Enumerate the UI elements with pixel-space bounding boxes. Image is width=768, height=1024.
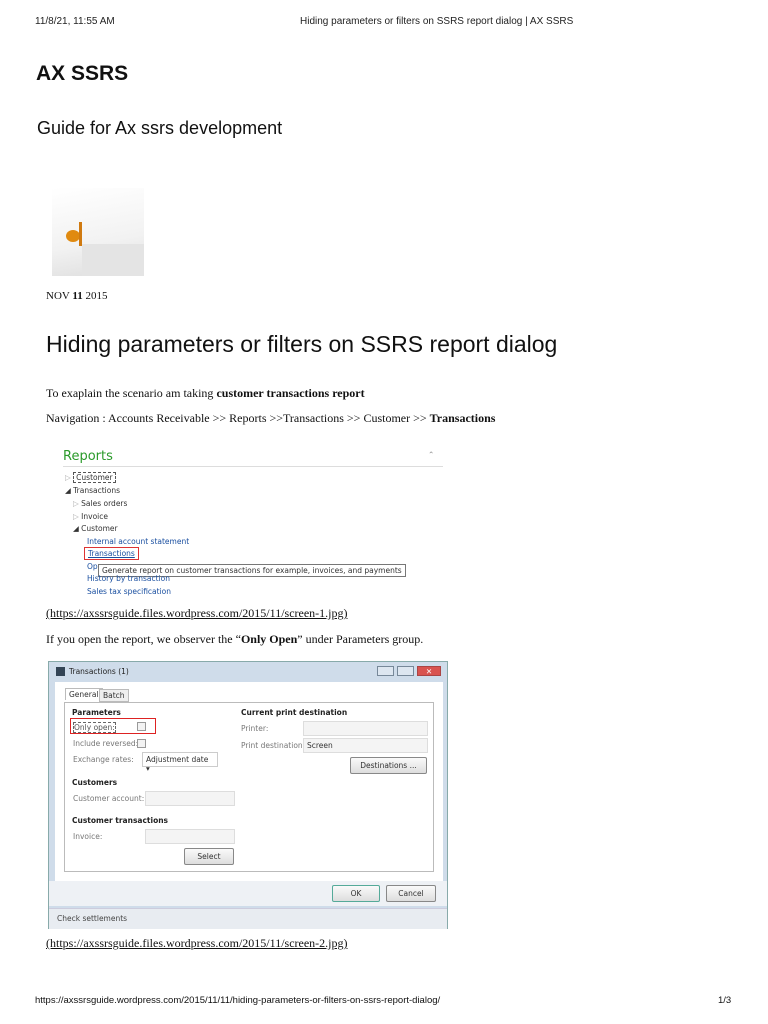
printer-label: Printer: [241,724,269,733]
collapse-icon: ⌃ [428,450,435,459]
navigation-paragraph: Navigation : Accounts Receivable >> Repo… [46,411,496,425]
invoice-field[interactable] [145,829,235,844]
reports-heading: Reports [63,449,113,464]
status-bar-text: Check settlements [57,914,128,923]
only-open-checkbox[interactable] [137,722,146,731]
include-reversed-checkbox[interactable] [137,739,146,748]
screenshot-reports-menu: Reports ⌃ ▷ Customer ◢ Transactions ▷ Sa… [47,444,447,596]
customer-account-field[interactable] [145,791,235,806]
cancel-button[interactable]: Cancel [386,885,436,902]
link-sales-tax-specification[interactable]: Sales tax specification [87,587,171,596]
exchange-rates-select[interactable]: Adjustment date ▾ [142,752,218,773]
tab-general[interactable]: General [65,688,103,700]
page-number: 1/3 [718,995,732,1006]
tab-batch[interactable]: Batch [99,689,129,702]
only-open-paragraph: If you open the report, we observer the … [46,632,424,646]
select-button[interactable]: Select [184,848,234,865]
invoice-label: Invoice: [73,832,103,841]
include-reversed-label: Include reversed: [73,739,139,748]
maximize-button[interactable] [397,666,414,676]
destinations-button[interactable]: Destinations ... [350,757,427,774]
site-title[interactable]: AX SSRS [36,62,128,86]
site-tagline: Guide for Ax ssrs development [37,118,283,138]
tree-item-sales-orders[interactable]: Sales orders [81,499,127,508]
link-open[interactable]: Op [87,562,98,571]
only-open-label: Only open: [73,722,116,733]
post-title: Hiding parameters or filters on SSRS rep… [46,331,558,357]
print-destination-label: Print destination: [241,741,306,750]
window-title: Transactions (1) [69,667,129,676]
close-button[interactable]: ✕ [417,666,441,676]
header-image [52,188,144,276]
print-datetime: 11/8/21, 11:55 AM [35,16,115,27]
screen1-link[interactable]: (https://axssrsguide.files.wordpress.com… [46,606,348,621]
customer-transactions-heading: Customer transactions [72,816,169,825]
print-title: Hiding parameters or filters on SSRS rep… [300,16,574,27]
link-internal-account-statement[interactable]: Internal account statement [87,537,189,546]
intro-paragraph: To exaplain the scenario am taking custo… [46,386,365,400]
link-history-by-transaction[interactable]: History by transaction [87,574,170,583]
customer-account-label: Customer account: [73,794,145,803]
customers-heading: Customers [72,778,118,787]
screenshot-transactions-dialog: Transactions (1) ✕ General Batch Paramet… [48,661,448,929]
tree-item-transactions[interactable]: Transactions [73,486,120,495]
minimize-button[interactable] [377,666,394,676]
print-destination-heading: Current print destination [241,708,348,717]
parameters-heading: Parameters [72,708,121,717]
printer-field[interactable] [303,721,428,736]
print-destination-field[interactable]: Screen [303,738,428,753]
link-transactions[interactable]: Transactions [84,547,139,560]
app-icon [56,667,65,676]
tree-item-invoice[interactable]: Invoice [81,512,108,521]
screen2-link[interactable]: (https://axssrsguide.files.wordpress.com… [46,936,348,951]
post-date: NOV 11 2015 [46,290,108,302]
tree-item-customer-sub[interactable]: Customer [81,524,117,533]
exchange-rates-label: Exchange rates: [73,755,134,764]
ok-button[interactable]: OK [332,885,380,902]
tree-item-customer[interactable]: Customer [73,472,116,483]
footer-url: https://axssrsguide.wordpress.com/2015/1… [35,995,441,1006]
